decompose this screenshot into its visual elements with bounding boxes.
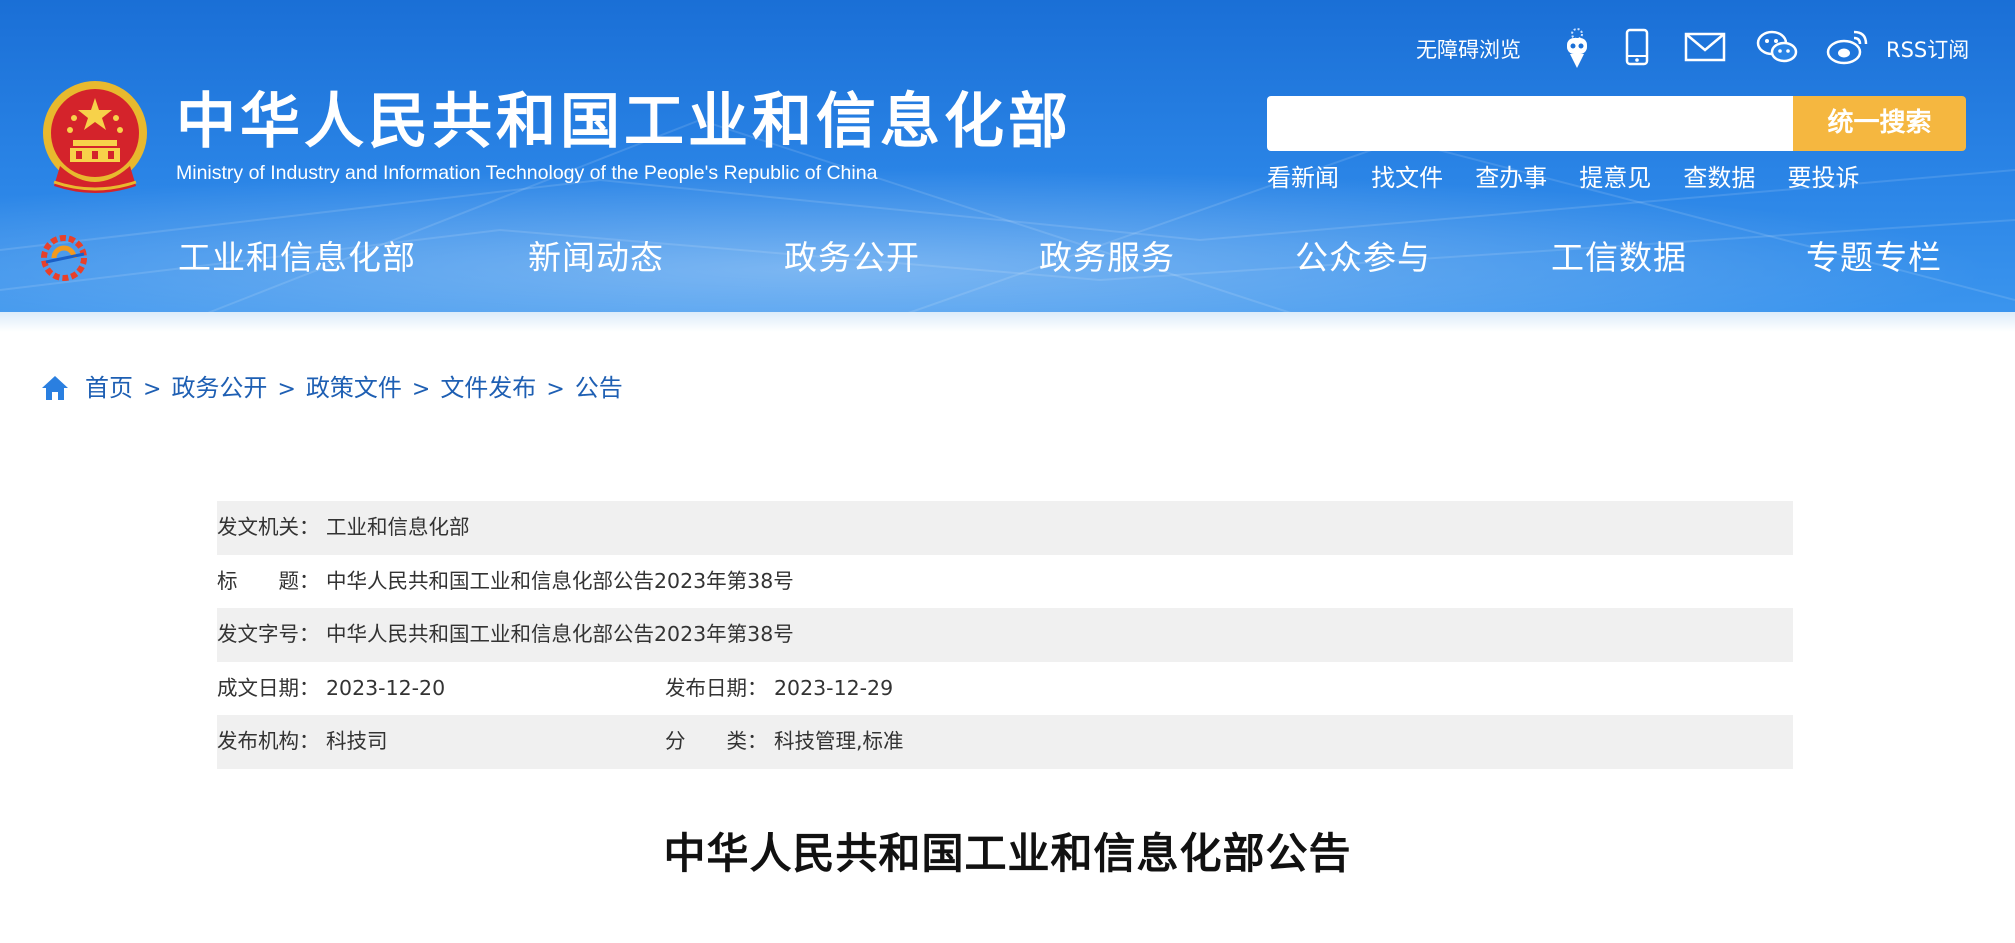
site-header: 中华人民共和国工业和信息化部 Ministry of Industry and … [0, 0, 2015, 316]
breadcrumb-doc-release[interactable]: 文件发布 [440, 374, 536, 402]
meta-published-label: 发布日期： [665, 675, 768, 700]
national-emblem-icon[interactable] [40, 78, 150, 194]
meta-row-issuer: 发文机关： 工业和信息化部 [217, 501, 1793, 555]
main-nav: 工业和信息化部 新闻动态 政务公开 政务服务 公众参与 工信数据 专题专栏 [0, 230, 2015, 286]
quick-link-files[interactable]: 找文件 [1371, 162, 1443, 194]
quick-link-data[interactable]: 查数据 [1683, 162, 1755, 194]
meta-issuer-label: 发文机关： [217, 515, 320, 539]
meta-doc-no-value: 中华人民共和国工业和信息化部公告2023年第38号 [326, 622, 794, 646]
meta-created-label: 成文日期： [217, 675, 320, 700]
nav-item-special-topics[interactable]: 专题专栏 [1806, 230, 1942, 286]
meta-title-label: 标 题： [217, 568, 320, 593]
meta-category-value: 科技管理,标准 [774, 729, 904, 753]
weibo-icon[interactable] [1824, 24, 1870, 70]
document-title: 中华人民共和国工业和信息化部公告 [663, 829, 1352, 878]
quick-link-news[interactable]: 看新闻 [1267, 162, 1339, 194]
rss-link[interactable]: RSS订阅 [1886, 34, 1969, 64]
wechat-icon[interactable] [1754, 24, 1800, 70]
meta-row-title: 标 题： 中华人民共和国工业和信息化部公告2023年第38号 [217, 555, 1793, 609]
breadcrumb-announcement[interactable]: 公告 [575, 374, 623, 402]
search-button[interactable]: 统一搜索 [1793, 96, 1966, 151]
quick-link-services[interactable]: 查办事 [1475, 162, 1547, 194]
meta-issuer-value: 工业和信息化部 [326, 515, 470, 539]
home-icon[interactable] [40, 374, 70, 402]
breadcrumb-home[interactable]: 首页 [85, 374, 133, 402]
meta-category-label: 分 类： [665, 729, 768, 753]
document-meta-table: 发文机关： 工业和信息化部 标 题： 中华人民共和国工业和信息化部公告2023年… [217, 501, 1793, 769]
mobile-icon[interactable] [1614, 24, 1660, 70]
meta-row-dates: 成文日期： 2023-12-20 发布日期： 2023-12-29 [217, 662, 1793, 716]
breadcrumb-gov-affairs[interactable]: 政务公开 [171, 374, 267, 402]
accessibility-link[interactable]: 无障碍浏览 [1416, 34, 1521, 64]
robot-assistant-icon[interactable] [1554, 24, 1600, 70]
nav-item-data[interactable]: 工信数据 [1551, 230, 1687, 286]
meta-row-doc-no: 发文字号： 中华人民共和国工业和信息化部公告2023年第38号 [217, 608, 1793, 662]
nav-item-gov-services[interactable]: 政务服务 [1039, 230, 1175, 286]
meta-row-org: 发布机构： 科技司 分 类： 科技管理,标准 [217, 715, 1793, 769]
meta-title-value: 中华人民共和国工业和信息化部公告2023年第38号 [326, 568, 794, 593]
meta-org-label: 发布机构： [217, 729, 320, 753]
quick-links: 看新闻 找文件 查办事 提意见 查数据 要投诉 [1267, 162, 1886, 194]
quick-link-feedback[interactable]: 提意见 [1579, 162, 1651, 194]
meta-published-value: 2023-12-29 [774, 675, 894, 700]
site-subtitle: Ministry of Industry and Information Tec… [176, 162, 878, 184]
nav-item-ministry[interactable]: 工业和信息化部 [178, 230, 416, 286]
mail-icon[interactable] [1682, 24, 1728, 70]
nav-item-gov-affairs[interactable]: 政务公开 [784, 230, 920, 286]
quick-link-complaint[interactable]: 要投诉 [1787, 162, 1859, 194]
meta-created-value: 2023-12-20 [326, 675, 446, 700]
meta-doc-no-label: 发文字号： [217, 622, 320, 646]
nav-item-news[interactable]: 新闻动态 [528, 230, 664, 286]
header-shadow [0, 312, 2015, 332]
site-title[interactable]: 中华人民共和国工业和信息化部 [176, 86, 1072, 158]
breadcrumb-policy-docs[interactable]: 政策文件 [306, 374, 402, 402]
meta-org-value: 科技司 [326, 729, 388, 753]
nav-item-public-participation[interactable]: 公众参与 [1295, 230, 1431, 286]
search-input[interactable] [1267, 96, 1793, 151]
